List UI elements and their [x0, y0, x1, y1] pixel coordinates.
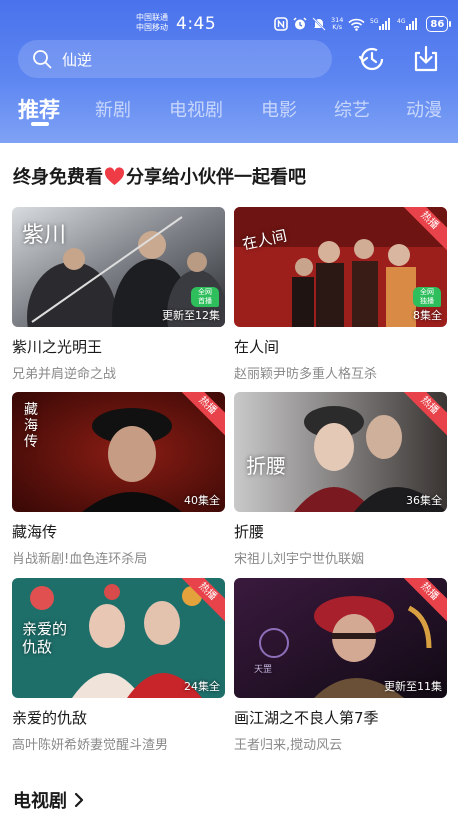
drama-card[interactable]: 在人间 热播 全网 独播 8集全 在人间 赵丽颖尹昉多重人格互杀	[234, 207, 447, 382]
poster[interactable]: 藏海传 热播 40集全	[12, 392, 225, 512]
card-title: 画江湖之不良人第7季	[234, 709, 379, 727]
episode-count: 24集全	[184, 680, 220, 693]
status-clock: 4:45	[176, 14, 217, 34]
search-query: 仙逆	[62, 50, 93, 69]
episode-count: 8集全	[413, 309, 442, 322]
episode-count: 更新至12集	[162, 309, 220, 322]
poster[interactable]: 在人间 热播 全网 独播 8集全	[234, 207, 447, 327]
card-subtitle: 肖战新剧!血色连环杀局	[12, 552, 148, 567]
poster-logo: 藏海传	[24, 402, 38, 450]
card-title: 在人间	[234, 338, 280, 356]
episode-count: 36集全	[406, 494, 442, 507]
search-icon	[33, 50, 52, 69]
tab-tv-series[interactable]: 电视剧	[169, 96, 223, 122]
tab-recommend[interactable]: 推荐	[18, 94, 60, 124]
svg-text:4G: 4G	[397, 18, 406, 25]
system-icons: 314 K/s 5G 4G 86	[274, 14, 452, 34]
status-bar: 中国联通 中国移动 4:45 314 K/s 5G 4G 86	[0, 0, 458, 44]
exclusive-badge: 全网 独播	[413, 287, 441, 307]
poster[interactable]: 天罡 热播 更新至11集	[234, 578, 447, 698]
poster-logo: 紫川	[22, 223, 67, 248]
search-bar[interactable]: 仙逆	[18, 40, 332, 78]
tab-movie[interactable]: 电影	[261, 96, 297, 122]
net-speed: 314 K/s	[331, 17, 343, 31]
drama-card[interactable]: 藏海传 热播 40集全 藏海传 肖战新剧!血色连环杀局	[12, 392, 225, 567]
card-subtitle: 王者归来,搅动风云	[234, 738, 343, 753]
drama-card[interactable]: 紫川 全网 首播 更新至12集 紫川之光明王 兄弟并肩逆命之战	[12, 207, 225, 382]
card-subtitle: 赵丽颖尹昉多重人格互杀	[234, 367, 378, 382]
wifi-icon	[348, 18, 365, 31]
signal-5g-icon: 5G	[370, 18, 391, 30]
drama-card[interactable]: 亲爱的仇敌 热播 24集全 亲爱的仇敌 高叶陈妍希娇妻觉醒斗渣男	[12, 578, 225, 753]
poster[interactable]: 折腰 热播 36集全	[234, 392, 447, 512]
drama-card[interactable]: 折腰 热播 36集全 折腰 宋祖儿刘宇宁世仇联姻	[234, 392, 447, 567]
card-subtitle: 高叶陈妍希娇妻觉醒斗渣男	[12, 738, 169, 753]
episode-count: 更新至11集	[384, 680, 442, 693]
header: 中国联通 中国移动 4:45 314 K/s 5G 4G 86 仙逆 推荐 新剧…	[0, 0, 458, 143]
net-speed-unit: K/s	[332, 23, 343, 31]
svg-text:5G: 5G	[370, 18, 379, 25]
nfc-icon	[274, 17, 288, 31]
category-tabs: 推荐 新剧 电视剧 电影 综艺 动漫	[0, 94, 458, 134]
carrier-2: 中国移动	[136, 23, 168, 32]
tab-variety[interactable]: 综艺	[334, 96, 370, 122]
tv-section-header[interactable]: 电视剧	[13, 787, 85, 813]
episode-count: 40集全	[184, 494, 220, 507]
signal-4g-icon: 4G	[397, 18, 418, 30]
heart-icon	[104, 166, 125, 185]
chevron-right-icon	[74, 792, 84, 808]
tab-anime[interactable]: 动漫	[406, 96, 442, 122]
card-title: 亲爱的仇敌	[12, 709, 88, 727]
exclusive-badge: 全网 首播	[191, 287, 219, 307]
carrier-info: 中国联通 中国移动	[136, 13, 168, 33]
section-title-part-2: 分享给小伙伴一起看吧	[126, 167, 306, 188]
drama-card[interactable]: 天罡 热播 更新至11集 画江湖之不良人第7季 王者归来,搅动风云	[234, 578, 447, 753]
tab-new-drama[interactable]: 新剧	[95, 96, 131, 122]
download-icon[interactable]	[411, 44, 441, 74]
section-title-part-1: 终身免费看	[13, 167, 103, 188]
poster[interactable]: 紫川 全网 首播 更新至12集	[12, 207, 225, 327]
card-title: 紫川之光明王	[12, 338, 103, 356]
card-title: 折腰	[234, 523, 265, 541]
poster[interactable]: 亲爱的仇敌 热播 24集全	[12, 578, 225, 698]
card-subtitle: 宋祖儿刘宇宁世仇联姻	[234, 552, 365, 567]
section-title: 终身免费看 分享给小伙伴一起看吧	[13, 163, 306, 189]
mute-bell-icon	[312, 17, 326, 31]
battery-indicator: 86	[426, 16, 452, 32]
carrier-1: 中国联通	[136, 13, 168, 22]
alarm-icon	[293, 17, 307, 30]
poster-logo: 亲爱的仇敌	[22, 620, 68, 656]
history-icon[interactable]	[356, 44, 386, 74]
card-subtitle: 兄弟并肩逆命之战	[12, 367, 117, 382]
card-title: 藏海传	[12, 523, 58, 541]
active-tab-indicator	[31, 122, 49, 126]
poster-logo: 天罡	[254, 665, 273, 675]
poster-logo: 折腰	[246, 454, 286, 478]
tv-section-title: 电视剧	[13, 791, 67, 812]
